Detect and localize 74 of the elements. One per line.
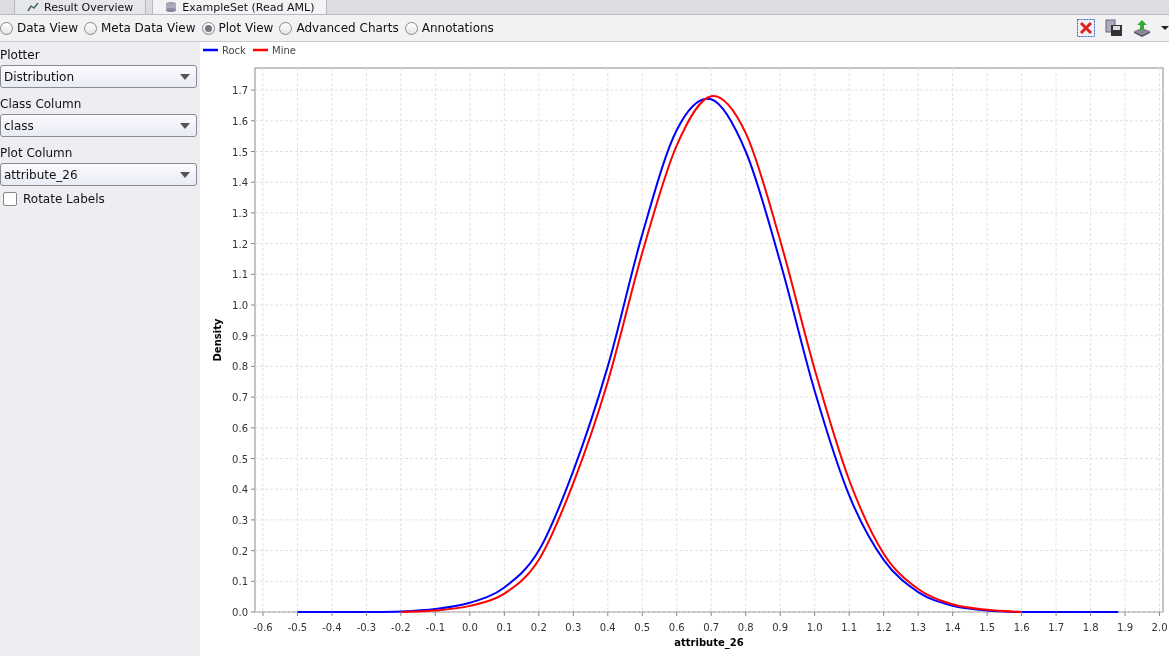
x-tick-label: 0.2 xyxy=(530,622,547,633)
field-label: Class Column xyxy=(0,96,83,113)
y-tick-label: 0.4 xyxy=(232,484,248,496)
save-icon[interactable] xyxy=(1105,19,1123,37)
view-radio[interactable]: Annotations xyxy=(404,21,494,35)
y-tick-label: 1.1 xyxy=(232,269,248,281)
tab[interactable]: Result Overview xyxy=(14,0,147,14)
x-tick-label: -0.6 xyxy=(253,622,273,633)
x-axis-title: attribute_26 xyxy=(674,637,744,648)
dropdown[interactable]: Distribution xyxy=(0,65,197,88)
x-tick-label: -0.1 xyxy=(425,622,446,633)
database-icon xyxy=(165,2,178,12)
caret-icon xyxy=(180,122,190,129)
y-tick-label: 0.5 xyxy=(232,453,248,465)
view-radio[interactable]: Data View xyxy=(0,21,78,35)
x-tick-label: 2.0 xyxy=(1151,622,1168,633)
dropdown[interactable]: class xyxy=(0,114,197,137)
caret-icon xyxy=(180,171,190,178)
y-axis-title: Density xyxy=(212,318,223,362)
legend-label: Mine xyxy=(272,45,296,56)
y-tick-label: 1.7 xyxy=(232,85,248,97)
y-tick-label: 1.3 xyxy=(232,207,248,219)
x-tick-label: 0.1 xyxy=(496,622,513,633)
tab[interactable]: ExampleSet (Read AML) xyxy=(152,0,328,14)
y-tick-label: 0.9 xyxy=(232,330,248,342)
y-tick-label: 0.0 xyxy=(232,607,248,618)
x-tick-label: -0.3 xyxy=(356,622,377,633)
x-tick-label: -0.2 xyxy=(391,622,411,633)
x-tick-label: 1.5 xyxy=(979,622,996,633)
caret-icon[interactable] xyxy=(1161,25,1169,31)
x-tick-label: -0.4 xyxy=(322,622,342,633)
y-tick-label: 0.7 xyxy=(232,392,248,404)
y-tick-label: 1.5 xyxy=(232,146,248,158)
x-tick-label: 0.8 xyxy=(737,622,754,633)
dropdown[interactable]: attribute_26 xyxy=(0,163,197,186)
chart-icon xyxy=(27,2,39,12)
y-tick-label: 0.8 xyxy=(232,361,248,373)
x-tick-label: 1.0 xyxy=(806,622,823,633)
y-tick-label: 0.6 xyxy=(232,422,248,434)
x-tick-label: 0.0 xyxy=(461,622,478,633)
x-tick-label: -0.5 xyxy=(287,622,308,633)
legend-item: Mine xyxy=(253,45,296,56)
x-tick-label: 1.4 xyxy=(944,622,961,633)
field-label: Plotter xyxy=(0,47,41,64)
x-tick-label: 1.8 xyxy=(1082,622,1099,633)
x-tick-label: 0.6 xyxy=(668,622,685,633)
rotate-labels-checkbox[interactable]: Rotate Labels xyxy=(3,192,197,206)
x-tick-label: 0.9 xyxy=(772,622,789,633)
view-radio[interactable]: Plot View xyxy=(201,21,274,35)
x-tick-label: 1.9 xyxy=(1117,622,1133,633)
y-tick-label: 1.6 xyxy=(232,115,248,127)
x-tick-label: 0.4 xyxy=(599,622,616,633)
x-tick-label: 1.6 xyxy=(1013,622,1030,633)
legend-label: Rock xyxy=(222,45,247,56)
export-icon[interactable] xyxy=(1133,19,1151,37)
x-tick-label: 0.7 xyxy=(703,622,720,633)
view-radio[interactable]: Meta Data View xyxy=(83,21,196,35)
y-tick-label: 1.0 xyxy=(232,300,248,311)
legend-item: Rock xyxy=(203,45,246,56)
x-tick-label: 1.3 xyxy=(910,622,927,633)
y-tick-label: 0.2 xyxy=(232,545,248,557)
y-tick-label: 0.1 xyxy=(232,576,248,588)
y-tick-label: 1.2 xyxy=(232,238,248,250)
x-tick-label: 1.1 xyxy=(841,622,858,633)
x-tick-label: 0.5 xyxy=(634,622,651,633)
x-tick-label: 1.2 xyxy=(875,622,892,633)
view-radio[interactable]: Advanced Charts xyxy=(279,21,399,35)
field-label: Plot Column xyxy=(0,145,74,162)
delete-icon[interactable] xyxy=(1077,19,1095,37)
y-tick-label: 1.4 xyxy=(232,177,248,189)
x-tick-label: 0.3 xyxy=(565,622,582,633)
caret-icon xyxy=(180,73,190,80)
y-tick-label: 0.3 xyxy=(232,514,248,526)
x-tick-label: 1.7 xyxy=(1048,622,1065,633)
